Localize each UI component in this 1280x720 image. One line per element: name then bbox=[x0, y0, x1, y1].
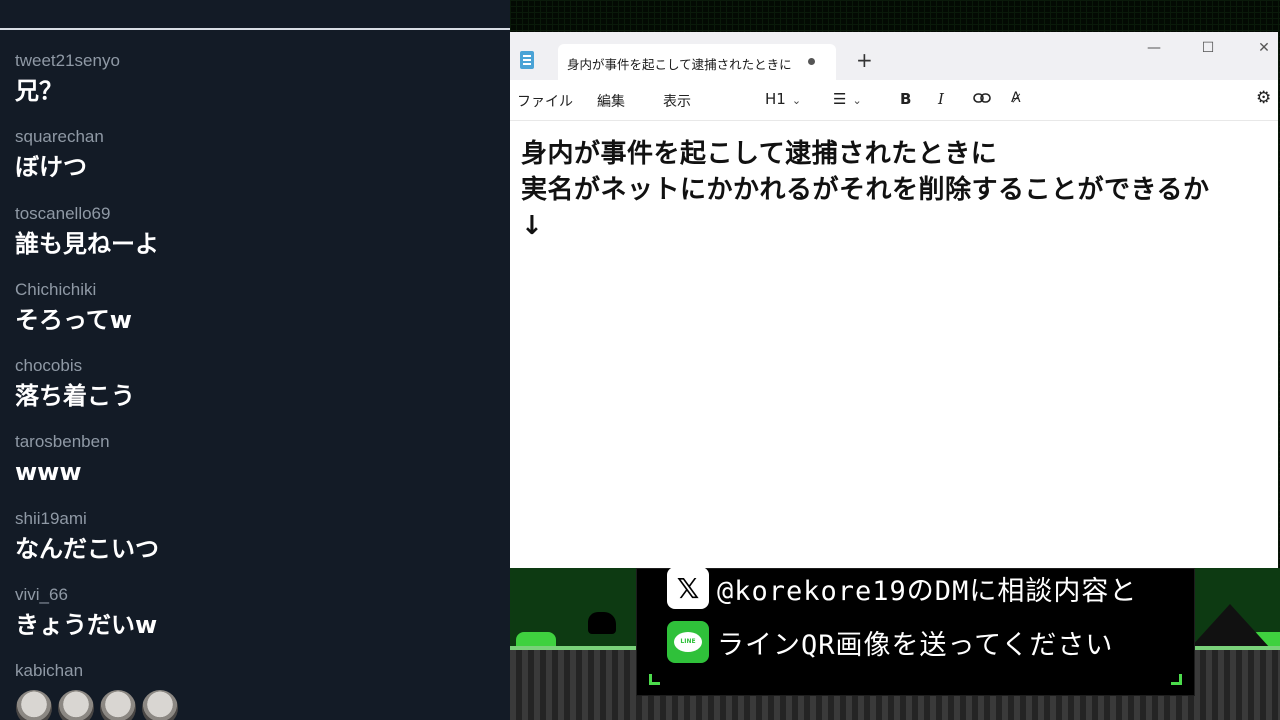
overlay-line-1: @korekore19のDMに相談内容と bbox=[717, 575, 1138, 607]
chat-emotes bbox=[16, 690, 178, 720]
document-tab[interactable]: 身内が事件を起こして逮捕されたときに bbox=[558, 44, 836, 80]
chat-text: www bbox=[15, 458, 82, 487]
chat-username[interactable]: tarosbenben bbox=[15, 430, 495, 454]
gear-icon[interactable]: ⚙ bbox=[1256, 88, 1271, 108]
chat-message: squarechan ぼけつ bbox=[15, 125, 495, 201]
chat-username[interactable]: Chichichiki bbox=[15, 278, 495, 302]
face-emote-icon bbox=[142, 690, 178, 720]
chat-username[interactable]: squarechan bbox=[15, 125, 495, 149]
chat-divider bbox=[0, 28, 510, 30]
notepad-window: 身内が事件を起こして逮捕されたときに + — ☐ ✕ ファイル 編集 表示 H1… bbox=[510, 32, 1278, 568]
corner-mark bbox=[1171, 674, 1182, 685]
editor-line: ↓ bbox=[521, 211, 544, 241]
chat-text: 誰も見ねーよ bbox=[15, 229, 159, 258]
chat-message: tarosbenben www bbox=[15, 430, 495, 506]
notepad-app-icon bbox=[520, 51, 534, 69]
overlay-row-x: 𝕏 @korekore19のDMに相談内容と bbox=[667, 567, 1137, 609]
chat-text: そろってw bbox=[15, 305, 132, 334]
bush-icon bbox=[516, 632, 556, 646]
face-emote-icon bbox=[58, 690, 94, 720]
menu-bar: ファイル 編集 表示 H1 ⌄ ☰ ⌄ B I A̷ ⚙ bbox=[510, 80, 1278, 121]
chat-username[interactable]: toscanello69 bbox=[15, 202, 495, 226]
title-bar[interactable]: 身内が事件を起こして逮捕されたときに + — ☐ ✕ bbox=[510, 32, 1278, 80]
chat-username[interactable]: tweet21senyo bbox=[15, 49, 495, 73]
list-dropdown[interactable]: ☰ ⌄ bbox=[833, 90, 862, 108]
contact-overlay: 𝕏 @korekore19のDMに相談内容と LINE ラインQR画像を送ってく… bbox=[636, 567, 1195, 696]
chat-message: Chichichiki そろってw bbox=[15, 278, 495, 354]
chat-message: toscanello69 誰も見ねーよ bbox=[15, 202, 495, 278]
corner-mark bbox=[649, 674, 660, 685]
x-logo-icon: 𝕏 bbox=[667, 567, 709, 609]
maximize-button[interactable]: ☐ bbox=[1196, 40, 1220, 56]
chat-username[interactable]: vivi_66 bbox=[15, 583, 495, 607]
line-app-icon: LINE bbox=[667, 621, 709, 663]
chat-message: shii19ami なんだこいつ bbox=[15, 507, 495, 583]
mountain-icon bbox=[1190, 604, 1270, 648]
editor-line: 身内が事件を起こして逮捕されたときに bbox=[521, 139, 998, 169]
chat-text: なんだこいつ bbox=[15, 534, 159, 563]
chat-message-list: tweet21senyo 兄？ squarechan ぼけつ toscanell… bbox=[15, 49, 495, 720]
link-icon[interactable] bbox=[973, 90, 991, 108]
tab-title: 身内が事件を起こして逮捕されたときに bbox=[567, 57, 792, 72]
chat-text: ぼけつ bbox=[15, 153, 87, 182]
new-tab-button[interactable]: + bbox=[856, 50, 873, 70]
chat-panel: tweet21senyo 兄？ squarechan ぼけつ toscanell… bbox=[0, 0, 510, 720]
chevron-down-icon: ⌄ bbox=[852, 94, 862, 107]
chat-username[interactable]: shii19ami bbox=[15, 507, 495, 531]
chat-username[interactable]: kabichan bbox=[15, 659, 495, 683]
list-icon: ☰ bbox=[833, 90, 847, 108]
overlay-row-line: LINE ラインQR画像を送ってください bbox=[667, 621, 1113, 663]
chat-message: chocobis 落ち着こう bbox=[15, 354, 495, 430]
italic-button[interactable]: I bbox=[938, 90, 944, 108]
chat-message: tweet21senyo 兄？ bbox=[15, 49, 495, 125]
heading-dropdown[interactable]: H1 ⌄ bbox=[765, 90, 801, 108]
menu-edit[interactable]: 編集 bbox=[597, 91, 625, 111]
chevron-down-icon: ⌄ bbox=[791, 94, 802, 107]
clear-format-icon[interactable]: A̷ bbox=[1011, 90, 1021, 106]
chat-text: 落ち着こう bbox=[15, 382, 135, 411]
bird-sprite-icon bbox=[588, 612, 616, 634]
editor-area[interactable]: 身内が事件を起こして逮捕されたときに 実名がネットにかかれるがそれを削除すること… bbox=[521, 136, 1271, 244]
minimize-button[interactable]: — bbox=[1142, 40, 1166, 56]
face-emote-icon bbox=[16, 690, 52, 720]
overlay-line-2: ラインQR画像を送ってください bbox=[717, 629, 1114, 661]
bold-button[interactable]: B bbox=[900, 90, 911, 108]
chat-username[interactable]: chocobis bbox=[15, 354, 495, 378]
chat-message: vivi_66 きょうだいw bbox=[15, 583, 495, 659]
chat-text: 兄？ bbox=[15, 77, 63, 105]
unsaved-dot-icon[interactable] bbox=[808, 58, 815, 65]
editor-line: 実名がネットにかかれるがそれを削除することができるか bbox=[521, 175, 1210, 205]
heading-label: H1 bbox=[765, 90, 786, 108]
menu-view[interactable]: 表示 bbox=[663, 91, 691, 111]
face-emote-icon bbox=[100, 690, 136, 720]
close-button[interactable]: ✕ bbox=[1252, 40, 1276, 56]
menu-file[interactable]: ファイル bbox=[517, 91, 573, 111]
chat-text: きょうだいw bbox=[15, 611, 158, 640]
